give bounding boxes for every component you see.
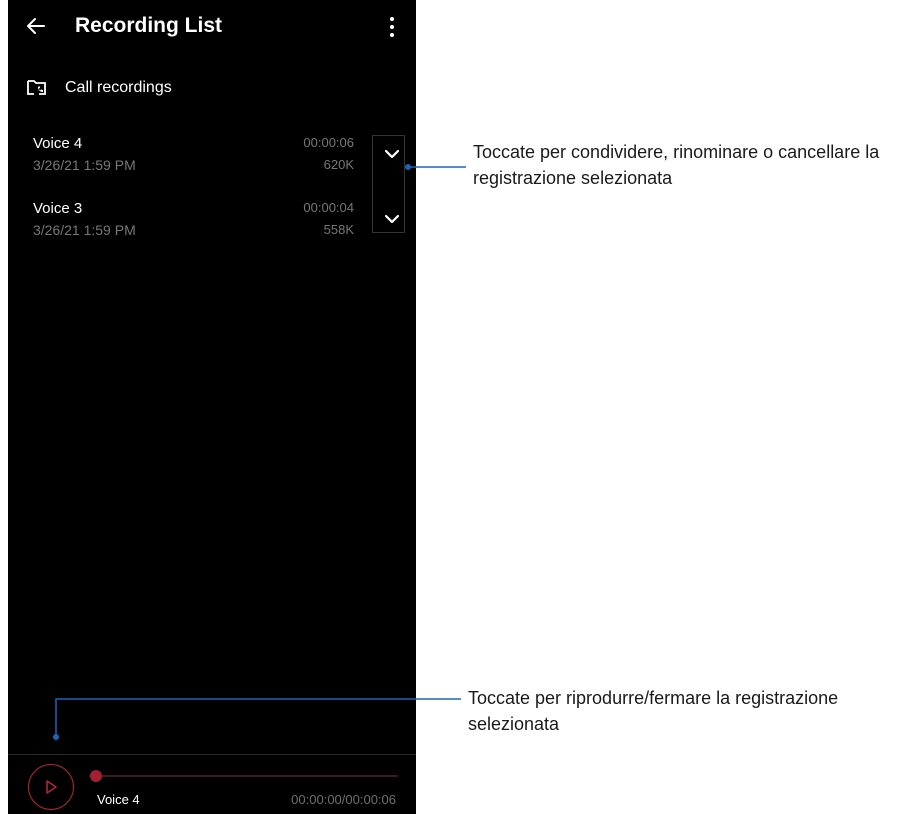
- playback-time: 00:00:00/00:00:06: [291, 792, 396, 807]
- recording-size: 558K: [323, 222, 354, 237]
- callout-line: registrazione selezionata: [473, 168, 673, 188]
- callout-play-stop: Toccate per riprodurre/fermare la regist…: [468, 685, 838, 737]
- recording-name: Voice 3: [33, 200, 83, 217]
- progress-thumb[interactable]: [90, 770, 102, 782]
- recording-duration: 00:00:06: [303, 135, 354, 150]
- chevron-down-icon[interactable]: [378, 140, 406, 168]
- page-title: Recording List: [75, 14, 223, 37]
- phone-screen: Recording List Call recordings Voice 4 3…: [8, 0, 416, 814]
- now-playing-name: Voice 4: [97, 792, 140, 807]
- recording-name: Voice 4: [33, 135, 83, 152]
- more-vertical-icon[interactable]: [382, 16, 402, 38]
- chevron-down-icon[interactable]: [378, 205, 406, 233]
- recording-duration: 00:00:04: [303, 200, 354, 215]
- callout-line: selezionata: [468, 714, 560, 734]
- call-recordings-folder[interactable]: Call recordings: [24, 74, 384, 104]
- recording-item[interactable]: Voice 4 3/26/21 1:59 PM 00:00:06 620K: [8, 135, 416, 185]
- arrow-left-icon[interactable]: [26, 14, 46, 38]
- play-icon: [46, 780, 57, 794]
- folder-label: Call recordings: [65, 79, 172, 96]
- play-button[interactable]: [28, 764, 74, 810]
- progress-slider[interactable]: [90, 770, 398, 782]
- recording-date: 3/26/21 1:59 PM: [33, 222, 136, 238]
- player-divider: [8, 754, 416, 755]
- folder-call-icon: [26, 78, 48, 98]
- recording-date: 3/26/21 1:59 PM: [33, 157, 136, 173]
- recording-item[interactable]: Voice 3 3/26/21 1:59 PM 00:00:04 558K: [8, 200, 416, 250]
- recording-size: 620K: [323, 157, 354, 172]
- callout-share-rename-delete: Toccate per condividere, rinominare o ca…: [473, 139, 879, 191]
- callout-line: Toccate per riprodurre/fermare la regist…: [468, 688, 839, 708]
- callout-line: Toccate per condividere, rinominare o ca…: [473, 142, 880, 162]
